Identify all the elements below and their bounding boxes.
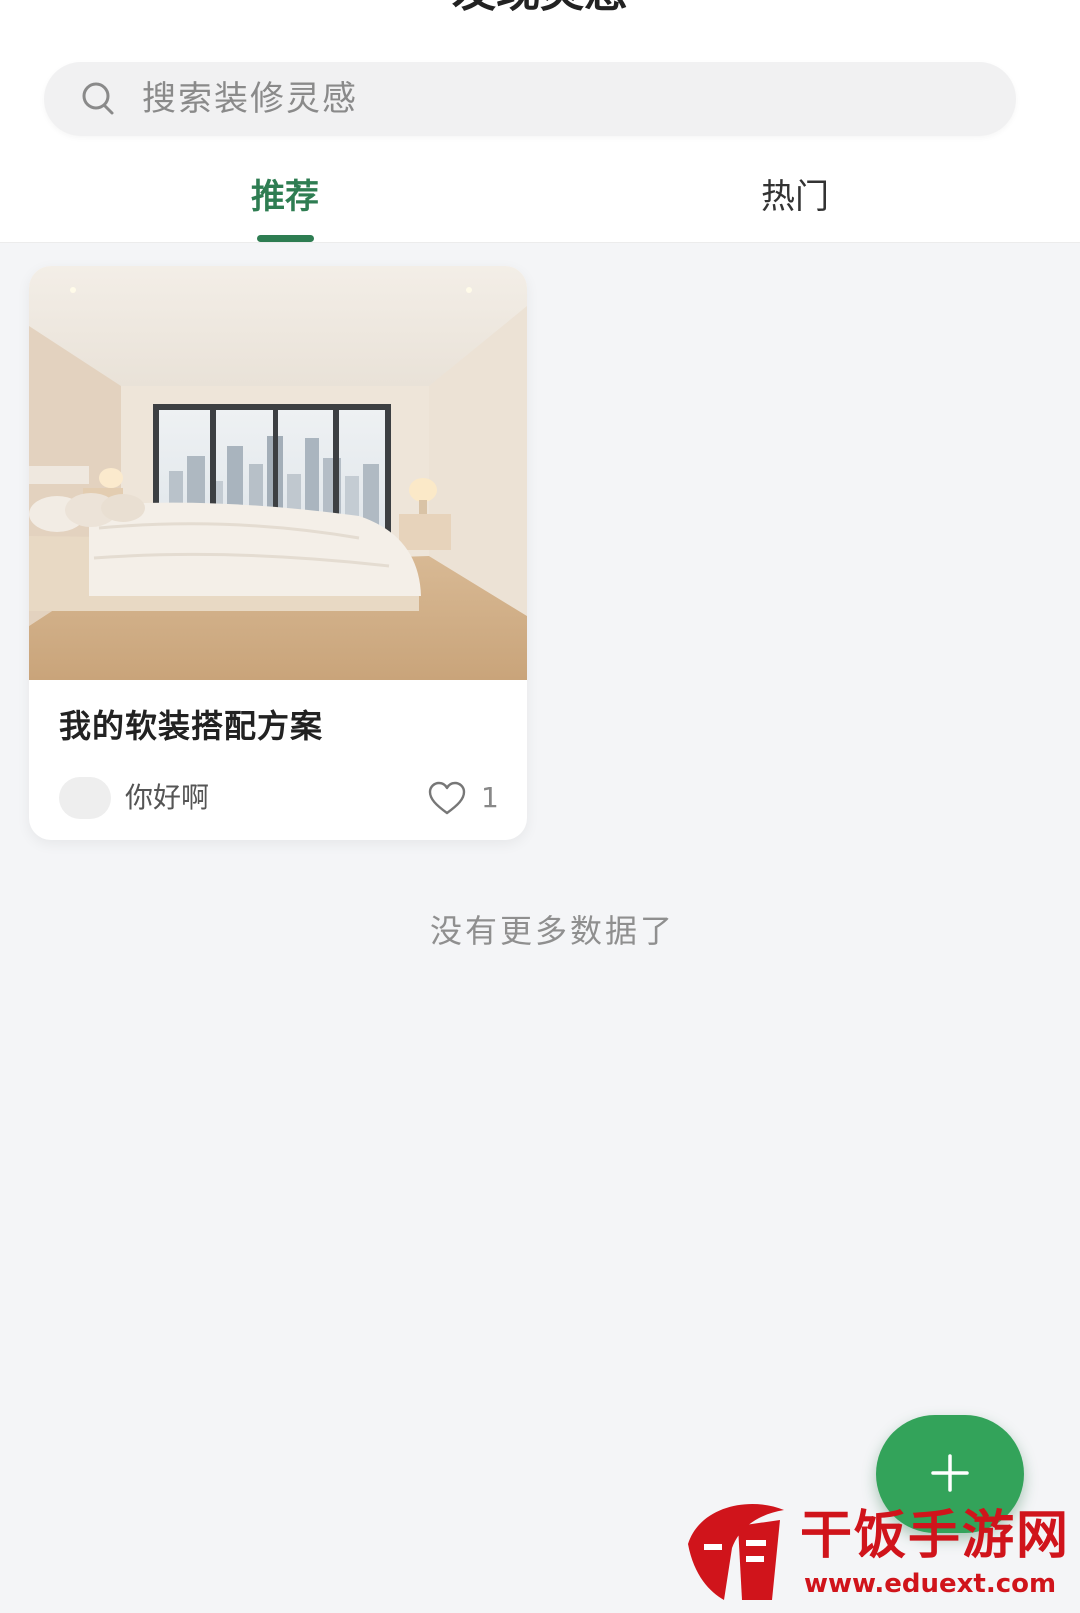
search-icon (82, 82, 114, 115)
plus-icon (931, 1454, 969, 1492)
heart-icon[interactable] (427, 780, 467, 816)
page-title: 发现灵感 (0, 0, 1080, 14)
search-placeholder: 搜索装修灵感 (142, 79, 358, 119)
watermark: 干饭手游网 www.eduext.com (680, 1496, 1080, 1613)
active-tab-indicator (257, 235, 314, 242)
tab-recommend[interactable]: 推荐 (15, 160, 555, 242)
watermark-url: www.eduext.com (804, 1569, 1057, 1599)
watermark-logo-icon (688, 1503, 784, 1600)
tab-bar: 推荐 热门 (0, 160, 1080, 242)
avatar[interactable] (59, 777, 111, 819)
card-image (29, 266, 527, 680)
search-input[interactable]: 搜索装修灵感 (44, 62, 1016, 136)
author-name[interactable]: 你好啊 (125, 776, 209, 820)
header: 发现灵感 搜索装修灵感 推荐 热门 (0, 0, 1080, 243)
inspiration-card[interactable]: 我的软装搭配方案 你好啊 1 (29, 266, 527, 840)
like-count: 1 (481, 781, 499, 814)
card-title: 我的软装搭配方案 (59, 707, 324, 745)
tab-hot[interactable]: 热门 (525, 160, 1065, 242)
no-more-data-text: 没有更多数据了 (429, 912, 675, 950)
watermark-name: 干饭手游网 (800, 1506, 1071, 1566)
